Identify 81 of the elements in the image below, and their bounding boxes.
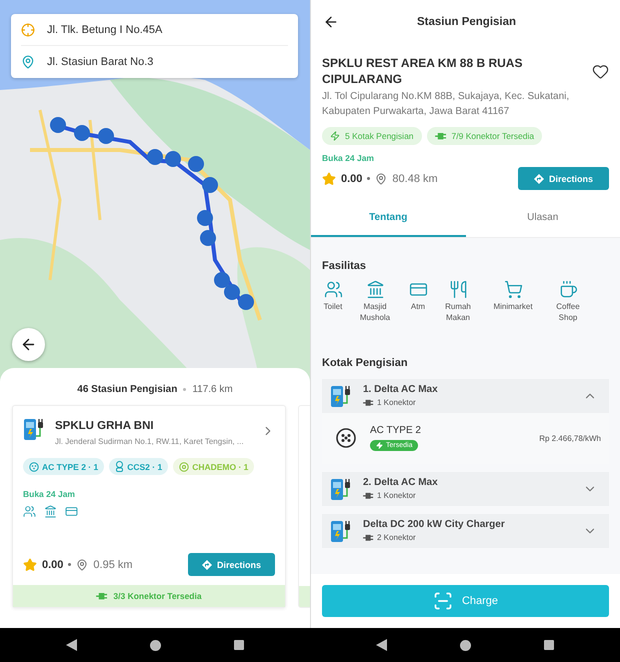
- facility-label: Masjid Mushola: [358, 302, 392, 323]
- station-count: 46 Stasiun Pengisian: [77, 384, 178, 395]
- socket-icon: [29, 462, 39, 472]
- page-title: Stasiun Pengisian: [416, 16, 518, 28]
- plug-icon: [363, 399, 374, 407]
- facility-label: Toilet: [324, 302, 342, 313]
- favorite-button[interactable]: [592, 63, 609, 80]
- facility-label: Minimarket: [493, 302, 533, 313]
- connector-count: 1 Konektor: [363, 398, 574, 408]
- plug-icon: [434, 132, 447, 140]
- star-icon: [23, 558, 37, 572]
- info-chip: 7/9 Konektor Tersedia: [426, 127, 542, 146]
- charger-name: 2. Delta AC Max: [363, 477, 439, 488]
- availability-bar: 3/3 Konektor Tersedia: [13, 585, 285, 607]
- port-name: AC TYPE 2: [370, 425, 421, 436]
- back-arrow-icon: [323, 14, 339, 30]
- rating: 0.00: [341, 172, 362, 185]
- origin-icon: [21, 22, 35, 36]
- charger-header[interactable]: 1. Delta AC Max 1 Konektor: [322, 378, 609, 413]
- socket-icon: [179, 462, 190, 472]
- back-button[interactable]: [323, 14, 339, 30]
- people-icon: [324, 280, 342, 300]
- home-icon[interactable]: [460, 640, 471, 650]
- charger-name: 1. Delta AC Max: [363, 384, 439, 396]
- recents-icon[interactable]: [544, 640, 554, 650]
- station-distance: 0.95 km: [93, 558, 133, 570]
- card-icon: [65, 505, 78, 518]
- plug-icon: [363, 492, 374, 500]
- station-card[interactable]: SPKLU GRHA BNI Jl. Jenderal Sudirman No.1, RW.11, Karet Tengsin, ... AC TYPE 2 · 1 CCS2 · 1 CHADEMO · 1 Buka 24 Jam 0.00 0.95 km Directions 3/3 Konektor Tersedia: [12, 405, 286, 608]
- location-pin-icon: [76, 558, 88, 570]
- destination-field[interactable]: Jl. Stasiun Barat No.3: [47, 56, 154, 68]
- station-distance: 80.48 km: [392, 172, 438, 185]
- back-icon[interactable]: [376, 639, 388, 651]
- socket-icon: [336, 428, 356, 448]
- star-icon: [322, 172, 336, 186]
- station-address: Jl. Tol Cipularang No.KM 88B, Sukajaya, Kec. Sukatani, Kabupaten Purwakarta, Jawa Barat 41167: [322, 90, 570, 119]
- home-icon[interactable]: [150, 640, 161, 650]
- building-icon: [366, 280, 384, 300]
- section-heading: Fasilitas: [322, 260, 368, 272]
- coffee-icon: [558, 280, 578, 300]
- back-arrow-icon: [20, 336, 37, 353]
- socket-icon: [115, 461, 124, 472]
- facility-label: Rumah Makan: [444, 302, 472, 323]
- station-name: SPKLU REST AREA KM 88 B RUAS CIPULARANG: [322, 56, 524, 88]
- tab[interactable]: Ulasan: [466, 200, 620, 238]
- connector-chip: CHADEMO · 1: [173, 458, 254, 475]
- price: Rp 2.466,78/kWh: [539, 434, 601, 443]
- plug-icon: [96, 592, 108, 600]
- bolt-icon: [330, 131, 340, 142]
- origin-field[interactable]: Jl. Tlk. Betung I No.45A: [47, 24, 162, 36]
- section-heading: Kotak Pengisian: [322, 356, 409, 369]
- recents-icon[interactable]: [234, 640, 244, 650]
- connector-chip: CCS2 · 1: [109, 458, 168, 475]
- connector-count: 2 Konektor: [363, 533, 574, 542]
- opening-hours: Buka 24 Jam: [322, 153, 375, 164]
- building-icon: [44, 505, 57, 518]
- station-name: SPKLU GRHA BNI: [55, 420, 155, 432]
- destination-pin-icon: [21, 55, 35, 69]
- station-address: Jl. Jenderal Sudirman No.1, RW.11, Karet Tengsin, ...: [55, 437, 245, 446]
- location-pin-icon: [375, 172, 388, 185]
- direction-sign-icon: [534, 174, 544, 184]
- info-chip: 5 Kotak Pengisian: [322, 127, 422, 146]
- charger-header[interactable]: Delta DC 200 kW City Charger 2 Konektor: [322, 514, 609, 548]
- charger-name: Delta DC 200 kW City Charger: [363, 519, 506, 530]
- plug-icon: [363, 534, 374, 542]
- facility-label: Coffee Shop: [555, 302, 581, 323]
- rating: 0.00: [42, 558, 64, 570]
- utensils-icon: [448, 280, 468, 300]
- bolt-icon: [376, 442, 383, 450]
- scan-icon: [432, 591, 453, 611]
- heart-icon: [592, 63, 609, 80]
- route-distance: 117.6 km: [192, 384, 233, 395]
- charger-header[interactable]: 2. Delta AC Max 1 Konektor: [322, 472, 609, 506]
- opening-hours: Buka 24 Jam: [23, 489, 76, 499]
- cart-icon: [504, 280, 522, 300]
- connector-chip: AC TYPE 2 · 1: [23, 458, 104, 475]
- direction-sign-icon: [202, 560, 212, 570]
- people-icon: [23, 505, 36, 518]
- back-icon[interactable]: [66, 639, 78, 651]
- facility-label: Atm: [410, 302, 426, 313]
- connector-count: 1 Konektor: [363, 491, 574, 500]
